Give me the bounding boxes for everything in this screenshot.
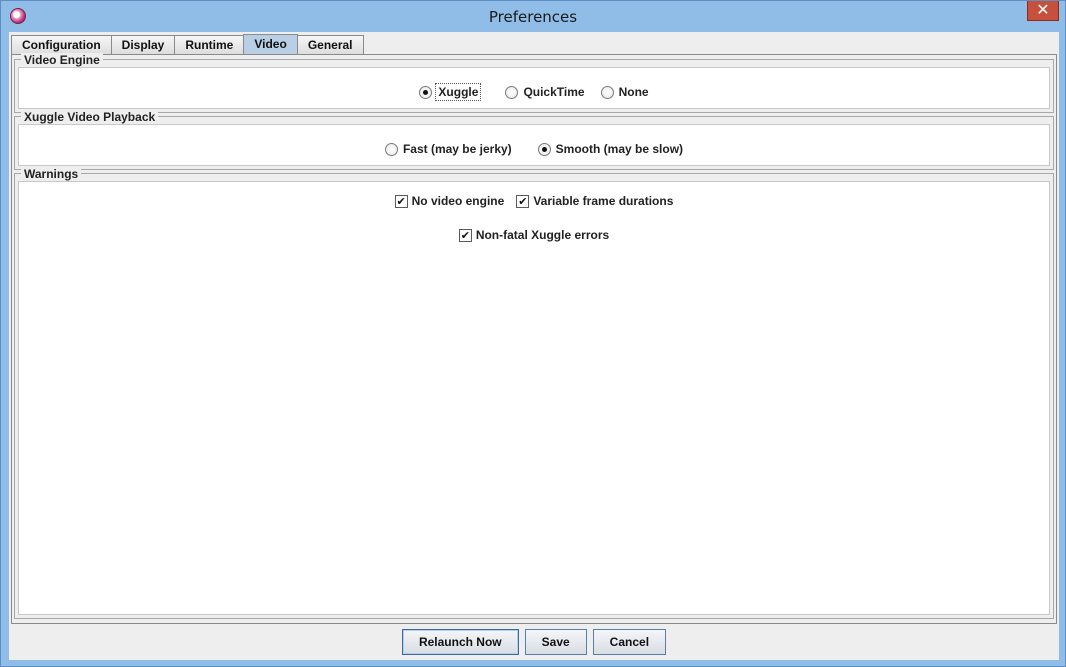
checkbox-non-fatal-xuggle-errors[interactable]: ✔ Non-fatal Xuggle errors <box>458 228 610 242</box>
group-bg <box>15 174 1053 181</box>
radio-none-label: None <box>618 85 649 99</box>
group-bg <box>15 60 1053 67</box>
checkbox-checked-icon[interactable]: ✔ <box>394 194 408 208</box>
checkbox-no-video-engine[interactable]: ✔ No video engine <box>394 194 505 208</box>
title-bar[interactable]: Preferences ✕ <box>1 1 1065 32</box>
warnings-inner <box>18 181 1050 615</box>
radio-button-selected[interactable] <box>537 142 551 156</box>
radio-smooth-label: Smooth (may be slow) <box>555 142 684 156</box>
close-button[interactable]: ✕ <box>1027 1 1059 21</box>
tab-runtime[interactable]: Runtime <box>174 35 245 55</box>
radio-button[interactable] <box>505 85 519 99</box>
radio-smooth[interactable]: Smooth (may be slow) <box>537 142 684 156</box>
checkbox-checked-icon[interactable]: ✔ <box>458 228 472 242</box>
warnings-row-1: ✔ No video engine ✔ Variable frame durat… <box>15 194 1053 208</box>
tab-configuration[interactable]: Configuration <box>11 35 112 55</box>
cancel-button[interactable]: Cancel <box>592 629 667 655</box>
tab-general[interactable]: General <box>296 35 364 55</box>
warnings-group: Warnings ✔ No video engine ✔ Variable fr… <box>14 167 1054 619</box>
playback-options: Fast (may be jerky) Smooth (may be slow) <box>15 142 1053 156</box>
checkbox-variable-frame-durations-label: Variable frame durations <box>533 194 674 208</box>
video-engine-legend: Video Engine <box>21 53 103 67</box>
video-engine-options: Xuggle QuickTime None <box>15 83 1053 101</box>
playback-legend: Xuggle Video Playback <box>21 110 159 124</box>
checkbox-no-video-engine-label: No video engine <box>411 194 505 208</box>
relaunch-now-button[interactable]: Relaunch Now <box>401 629 519 655</box>
tab-strip: Configuration Display Runtime Video Gene… <box>11 34 364 55</box>
radio-xuggle[interactable]: Xuggle <box>419 83 482 101</box>
checkbox-non-fatal-xuggle-errors-label: Non-fatal Xuggle errors <box>475 228 610 242</box>
radio-button[interactable] <box>600 85 614 99</box>
playback-group: Xuggle Video Playback Fast (may be jerky… <box>14 110 1054 170</box>
preferences-window: Preferences ✕ Configuration Display Runt… <box>0 0 1066 667</box>
video-tab-panel: Video Engine Xuggle QuickTime None Xuggl… <box>11 53 1057 624</box>
button-bar: Relaunch Now Save Cancel <box>9 624 1059 660</box>
warnings-legend: Warnings <box>21 167 82 181</box>
group-bg <box>15 117 1053 124</box>
checkbox-variable-frame-durations[interactable]: ✔ Variable frame durations <box>516 194 673 208</box>
radio-quicktime-label: QuickTime <box>523 85 585 99</box>
radio-quicktime[interactable]: QuickTime <box>505 85 585 99</box>
radio-none[interactable]: None <box>600 85 649 99</box>
radio-button[interactable] <box>384 142 398 156</box>
tab-video[interactable]: Video <box>243 34 298 55</box>
tab-display[interactable]: Display <box>110 35 176 55</box>
video-engine-group: Video Engine Xuggle QuickTime None <box>14 53 1054 113</box>
radio-fast-label: Fast (may be jerky) <box>402 142 512 156</box>
radio-xuggle-label: Xuggle <box>435 83 482 101</box>
radio-fast[interactable]: Fast (may be jerky) <box>384 142 512 156</box>
warnings-row-2: ✔ Non-fatal Xuggle errors <box>15 228 1053 242</box>
window-title: Preferences <box>488 8 578 26</box>
dialog-content: Configuration Display Runtime Video Gene… <box>9 32 1059 660</box>
save-button[interactable]: Save <box>524 629 587 655</box>
checkbox-checked-icon[interactable]: ✔ <box>516 194 530 208</box>
radio-button-selected[interactable] <box>419 85 433 99</box>
